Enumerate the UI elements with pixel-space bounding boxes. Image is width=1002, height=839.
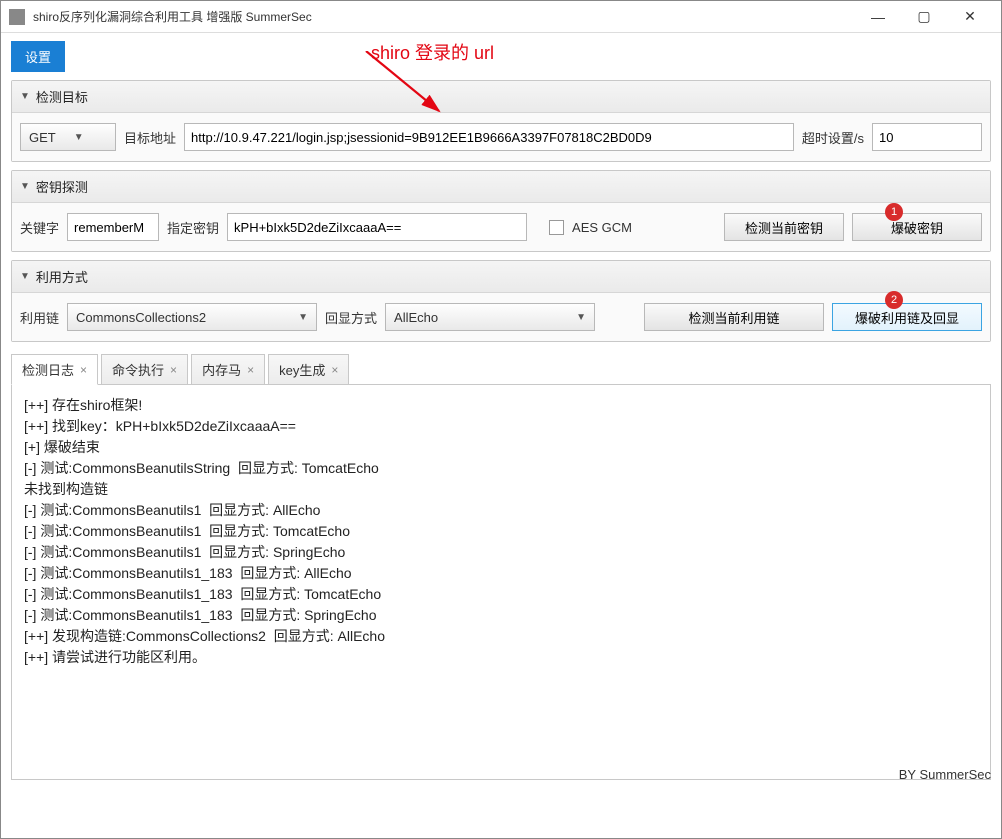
panel-key-header[interactable]: ▼ 密钥探测 [12,171,990,203]
caret-down-icon: ▼ [298,312,308,323]
close-icon[interactable]: × [331,363,338,377]
minimize-button[interactable]: — [855,2,901,32]
chain-select[interactable]: CommonsCollections2 ▼ [67,303,317,331]
brute-chain-button[interactable]: 爆破利用链及回显 [832,303,982,331]
panel-key: ▼ 密钥探测 关键字 指定密钥 AES GCM 检测当前密钥 爆破密钥 [11,170,991,252]
timeout-input[interactable] [872,123,982,151]
echo-select[interactable]: AllEcho ▼ [385,303,595,331]
footer-credit: BY SummerSec [899,767,991,782]
panel-exploit-header[interactable]: ▼ 利用方式 [12,261,990,293]
chevron-down-icon: ▼ [20,271,30,282]
tab-log[interactable]: 检测日志 × [11,354,98,385]
keyword-input[interactable] [67,213,159,241]
caret-down-icon: ▼ [74,132,84,143]
aes-gcm-label: AES GCM [572,220,632,235]
tab-cmd[interactable]: 命令执行 × [101,354,188,384]
echo-label: 回显方式 [325,308,377,327]
panel-target-body: GET ▼ 目标地址 超时设置/s [12,113,990,161]
close-icon[interactable]: × [80,363,87,377]
tab-keygen[interactable]: key生成 × [268,354,349,384]
tab-label: 检测日志 [22,360,74,379]
chain-value: CommonsCollections2 [76,310,206,325]
close-button[interactable]: ✕ [947,2,993,32]
specify-key-label: 指定密钥 [167,218,219,237]
panel-exploit-title: 利用方式 [36,267,88,286]
chain-label: 利用链 [20,308,59,327]
log-output[interactable]: [++] 存在shiro框架! [++] 找到key：kPH+bIxk5D2de… [11,385,991,780]
brute-key-button[interactable]: 爆破密钥 [852,213,982,241]
close-icon[interactable]: × [247,363,254,377]
content-body: 设置 shiro 登录的 url ▼ 检测目标 GET ▼ 目标地址 超时设置/… [1,33,1001,786]
timeout-label: 超时设置/s [802,128,864,147]
tab-label: key生成 [279,360,325,379]
detect-key-button[interactable]: 检测当前密钥 [724,213,844,241]
chevron-down-icon: ▼ [20,181,30,192]
aes-gcm-checkbox[interactable] [549,220,564,235]
close-icon[interactable]: × [170,363,177,377]
panel-exploit: ▼ 利用方式 利用链 CommonsCollections2 ▼ 回显方式 Al… [11,260,991,342]
panel-target: ▼ 检测目标 GET ▼ 目标地址 超时设置/s [11,80,991,162]
titlebar: shiro反序列化漏洞综合利用工具 增强版 SummerSec — ▢ ✕ [1,1,1001,33]
tab-label: 命令执行 [112,360,164,379]
annotation-text: shiro 登录的 url [371,39,494,65]
panel-key-title: 密钥探测 [36,177,88,196]
settings-button[interactable]: 设置 [11,41,65,72]
keyword-label: 关键字 [20,218,59,237]
app-icon [9,9,25,25]
chevron-down-icon: ▼ [20,91,30,102]
tab-label: 内存马 [202,360,241,379]
tab-memshell[interactable]: 内存马 × [191,354,265,384]
window-title: shiro反序列化漏洞综合利用工具 增强版 SummerSec [33,8,855,25]
http-method-select[interactable]: GET ▼ [20,123,116,151]
panel-target-title: 检测目标 [36,87,88,106]
panel-key-body: 关键字 指定密钥 AES GCM 检测当前密钥 爆破密钥 [12,203,990,251]
url-input[interactable] [184,123,794,151]
key-input[interactable] [227,213,527,241]
maximize-button[interactable]: ▢ [901,2,947,32]
app-window: shiro反序列化漏洞综合利用工具 增强版 SummerSec — ▢ ✕ 设置… [0,0,1002,839]
detect-chain-button[interactable]: 检测当前利用链 [644,303,824,331]
http-method-value: GET [29,130,56,145]
panel-exploit-body: 利用链 CommonsCollections2 ▼ 回显方式 AllEcho ▼… [12,293,990,341]
url-label: 目标地址 [124,128,176,147]
panel-target-header[interactable]: ▼ 检测目标 [12,81,990,113]
caret-down-icon: ▼ [576,312,586,323]
tabs: 检测日志 × 命令执行 × 内存马 × key生成 × [11,354,991,385]
echo-value: AllEcho [394,310,438,325]
